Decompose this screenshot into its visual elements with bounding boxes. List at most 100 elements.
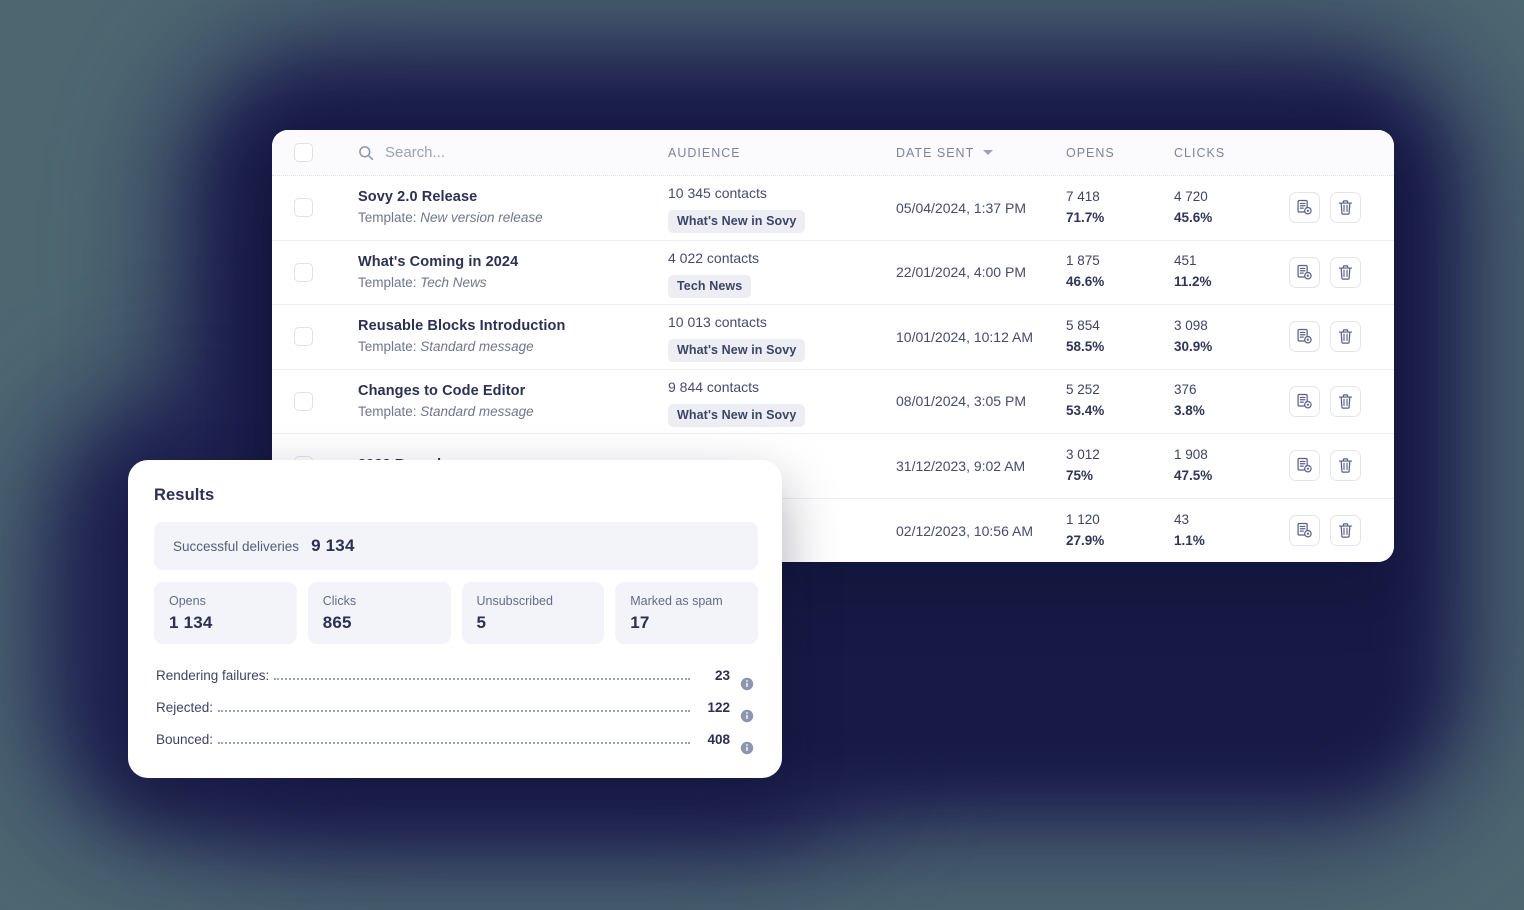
clicks-cell: 3 098 30.9% xyxy=(1174,316,1289,358)
campaign-template: Template: New version release xyxy=(358,210,543,226)
report-button[interactable] xyxy=(1289,450,1320,482)
column-header-date-sent[interactable]: DATE SENT xyxy=(896,146,1066,160)
audience-tag[interactable]: Tech News xyxy=(668,274,752,298)
opens-cell: 3 012 75% xyxy=(1066,445,1174,487)
info-icon[interactable] xyxy=(740,709,754,723)
info-icon[interactable] xyxy=(740,741,754,755)
opens-cell: 5 252 53.4% xyxy=(1066,380,1174,422)
delete-button[interactable] xyxy=(1330,385,1361,417)
search-input-placeholder[interactable]: Search... xyxy=(385,144,445,161)
leader-dots xyxy=(218,710,690,712)
trash-icon xyxy=(1338,200,1353,215)
results-failure-value: 408 xyxy=(707,732,730,747)
leader-dots xyxy=(218,742,690,744)
opens-percent: 75% xyxy=(1066,467,1094,483)
results-stat-card: Unsubscribed 5 xyxy=(461,582,605,644)
delete-button[interactable] xyxy=(1330,256,1361,288)
column-header-clicks[interactable]: CLICKS xyxy=(1174,146,1289,160)
row-actions-cell xyxy=(1289,321,1394,353)
row-checkbox[interactable] xyxy=(294,327,313,347)
audience-cell: 4 022 contacts Tech News xyxy=(668,247,896,298)
results-failure-value: 122 xyxy=(707,700,730,715)
report-button[interactable] xyxy=(1289,192,1320,224)
column-header-opens[interactable]: OPENS xyxy=(1066,146,1174,160)
opens-count: 1 875 xyxy=(1066,253,1100,269)
row-checkbox[interactable] xyxy=(294,391,313,411)
table-row[interactable]: Reusable Blocks Introduction Template: St… xyxy=(272,305,1394,370)
opens-cell: 1 120 27.9% xyxy=(1066,510,1174,552)
results-failure-row: Bounced: 408 xyxy=(156,732,754,764)
results-stat-card: Clicks 865 xyxy=(307,582,451,644)
column-header-audience[interactable]: AUDIENCE xyxy=(668,146,896,160)
column-header-opens-label: OPENS xyxy=(1066,145,1115,160)
report-button[interactable] xyxy=(1289,321,1320,353)
clicks-cell: 43 1.1% xyxy=(1174,510,1289,552)
trash-icon xyxy=(1338,329,1353,344)
opens-percent: 53.4% xyxy=(1066,403,1105,419)
row-checkbox[interactable] xyxy=(294,262,313,282)
delete-button[interactable] xyxy=(1330,192,1361,224)
results-stat-label: Clicks xyxy=(322,594,357,608)
table-row[interactable]: What's Coming in 2024 Template: Tech News… xyxy=(272,240,1394,305)
date-sent-cell: 08/01/2024, 3:05 PM xyxy=(896,393,1026,410)
table-row[interactable]: Sovy 2.0 Release Template: New version re… xyxy=(272,176,1394,241)
info-icon[interactable] xyxy=(740,677,754,691)
sort-desc-icon xyxy=(983,150,994,155)
clicks-percent: 30.9% xyxy=(1174,338,1213,354)
results-failure-row: Rendering failures: 23 xyxy=(156,668,754,700)
results-stat-label: Marked as spam xyxy=(630,594,723,608)
results-stat-card: Opens 1 134 xyxy=(154,582,297,644)
table-header-row: Search... AUDIENCE DATE SENT OPENS CLICK… xyxy=(272,130,1394,176)
campaign-cell: Reusable Blocks Introduction Template: St… xyxy=(358,316,668,357)
results-stat-value: 17 xyxy=(630,612,650,632)
report-button[interactable] xyxy=(1289,385,1320,417)
trash-icon xyxy=(1338,458,1353,473)
results-failure-info-button[interactable] xyxy=(740,741,754,755)
opens-percent: 46.6% xyxy=(1066,274,1105,290)
row-select-cell xyxy=(272,198,358,218)
successful-deliveries-row: Successful deliveries 9 134 xyxy=(154,522,758,570)
report-icon xyxy=(1297,523,1312,538)
row-actions-cell xyxy=(1289,450,1394,482)
audience-contacts: 9 844 contacts xyxy=(668,378,760,395)
clicks-count: 1 908 xyxy=(1174,446,1208,462)
audience-contacts: 10 345 contacts xyxy=(668,185,767,202)
delete-button[interactable] xyxy=(1330,321,1361,353)
results-stat-value: 5 xyxy=(476,612,487,632)
row-actions-cell xyxy=(1289,385,1394,417)
audience-cell: 9 844 contacts What's New in Sovy xyxy=(668,376,896,427)
opens-percent: 27.9% xyxy=(1066,532,1105,548)
results-failure-row: Rejected: 122 xyxy=(156,700,754,732)
select-all-checkbox[interactable] xyxy=(294,143,313,162)
results-stat-value: 1 134 xyxy=(169,612,213,632)
opens-count: 5 252 xyxy=(1066,382,1100,398)
opens-count: 1 120 xyxy=(1066,511,1100,527)
results-failure-info-button[interactable] xyxy=(740,677,754,691)
campaign-cell: Changes to Code Editor Template: Standard… xyxy=(358,381,668,422)
row-checkbox[interactable] xyxy=(294,198,313,218)
audience-cell: 10 345 contacts What's New in Sovy xyxy=(668,182,896,234)
opens-count: 5 854 xyxy=(1066,317,1100,333)
results-failure-info-button[interactable] xyxy=(740,709,754,723)
audience-tag[interactable]: What's New in Sovy xyxy=(668,403,806,427)
table-row[interactable]: Changes to Code Editor Template: Standard… xyxy=(272,369,1394,434)
audience-tag[interactable]: What's New in Sovy xyxy=(668,339,806,363)
search-field[interactable]: Search... xyxy=(358,144,668,161)
report-button[interactable] xyxy=(1289,515,1320,547)
audience-tag[interactable]: What's New in Sovy xyxy=(668,210,806,234)
campaign-cell: What's Coming in 2024 Template: Tech News xyxy=(358,252,668,293)
row-select-cell xyxy=(272,262,358,282)
clicks-cell: 4 720 45.6% xyxy=(1174,187,1289,229)
delete-button[interactable] xyxy=(1330,450,1361,482)
date-sent-cell: 31/12/2023, 9:02 AM xyxy=(896,457,1026,474)
campaign-template: Template: Tech News xyxy=(358,274,487,290)
clicks-count: 3 098 xyxy=(1174,317,1208,333)
report-button[interactable] xyxy=(1289,256,1320,288)
results-stat-grid: Opens 1 134 Clicks 865 Unsubscribed 5 Marked a… xyxy=(154,582,758,644)
clicks-percent: 45.6% xyxy=(1174,209,1213,225)
results-title: Results xyxy=(154,486,215,504)
opens-count: 3 012 xyxy=(1066,446,1100,462)
clicks-count: 4 720 xyxy=(1174,188,1208,204)
delete-button[interactable] xyxy=(1330,515,1361,547)
row-actions-cell xyxy=(1289,515,1394,547)
